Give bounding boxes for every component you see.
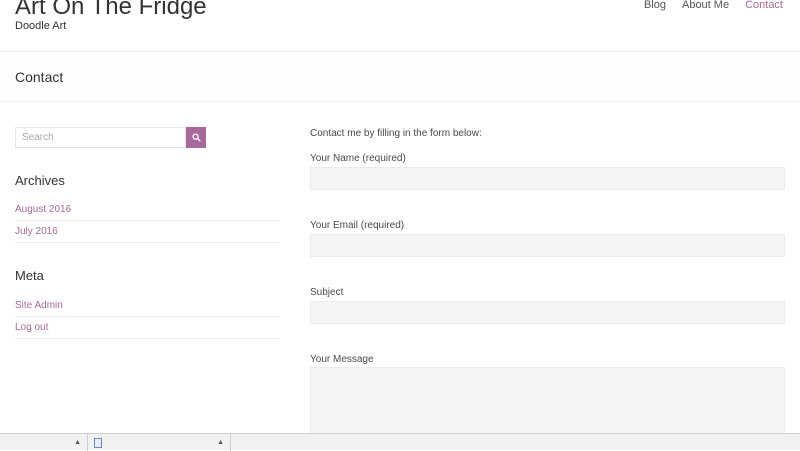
archive-link-july-2016[interactable]: July 2016 xyxy=(15,226,58,237)
email-label: Your Email (required) xyxy=(310,220,405,231)
list-item: July 2016 xyxy=(15,221,280,243)
search-icon xyxy=(191,133,201,142)
archive-link-august-2016[interactable]: August 2016 xyxy=(15,204,71,215)
site-description: Doodle Art xyxy=(15,20,67,32)
download-item[interactable]: ▲ xyxy=(0,434,88,451)
form-intro: Contact me by filling in the form below: xyxy=(310,128,482,139)
list-item: August 2016 xyxy=(15,199,280,221)
archives-title: Archives xyxy=(15,173,65,188)
subject-field[interactable] xyxy=(310,301,785,324)
message-label: Your Message xyxy=(310,354,374,365)
page-title-bar: Contact xyxy=(0,52,800,102)
download-item[interactable]: ▲ xyxy=(88,434,231,451)
message-field[interactable] xyxy=(310,367,785,437)
archives-list: August 2016 July 2016 xyxy=(15,199,280,243)
page-title: Contact xyxy=(15,69,64,85)
chevron-up-icon[interactable]: ▲ xyxy=(217,439,224,446)
nav-item-contact[interactable]: Contact xyxy=(745,0,783,11)
email-field[interactable] xyxy=(310,234,785,257)
list-item: Log out xyxy=(15,317,280,339)
sidebar: Archives August 2016 July 2016 Meta Site… xyxy=(15,127,280,339)
chevron-up-icon[interactable]: ▲ xyxy=(74,439,81,446)
list-item: Site Admin xyxy=(15,295,280,317)
site-title[interactable]: Art On The Fridge xyxy=(15,0,207,22)
meta-list: Site Admin Log out xyxy=(15,295,280,339)
search-input[interactable] xyxy=(15,127,186,148)
subject-label: Subject xyxy=(310,287,344,298)
search-form xyxy=(15,127,206,148)
meta-link-log-out[interactable]: Log out xyxy=(15,322,48,333)
nav-item-about-me[interactable]: About Me xyxy=(682,0,729,11)
nav-item-blog[interactable]: Blog xyxy=(644,0,666,11)
search-button[interactable] xyxy=(186,127,206,148)
main-navigation: Blog About Me Contact xyxy=(644,0,783,11)
name-label: Your Name (required) xyxy=(310,153,406,164)
site-header: Art On The Fridge Doodle Art Blog About … xyxy=(0,0,800,52)
meta-link-site-admin[interactable]: Site Admin xyxy=(15,300,63,311)
file-icon xyxy=(94,437,102,448)
download-bar: ▲ ▲ xyxy=(0,433,800,451)
name-field[interactable] xyxy=(310,167,785,190)
meta-title: Meta xyxy=(15,268,44,283)
